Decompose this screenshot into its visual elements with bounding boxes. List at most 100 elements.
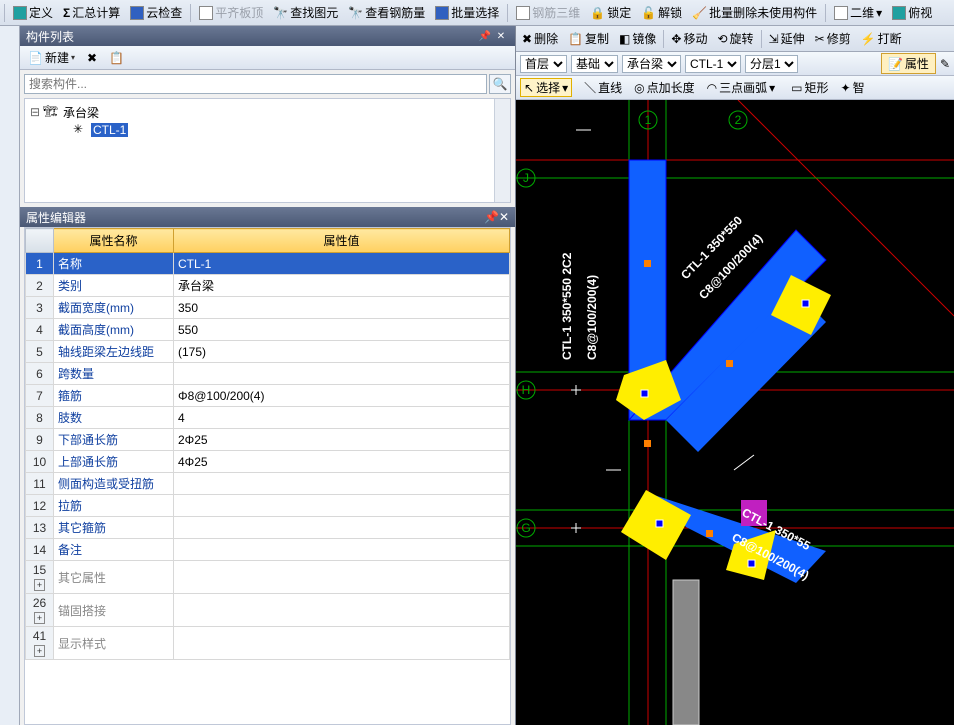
prop-value[interactable]: 2Φ25 xyxy=(174,429,510,451)
prop-value[interactable] xyxy=(174,517,510,539)
prop-value[interactable] xyxy=(174,495,510,517)
close-icon[interactable]: ✕ xyxy=(499,210,509,224)
search-go-button[interactable]: 🔍 xyxy=(489,74,511,94)
close-icon[interactable]: ✕ xyxy=(493,28,509,44)
property-row[interactable]: 7 箍筋 Φ8@100/200(4) xyxy=(26,385,510,407)
lock-button[interactable]: 🔒锁定 xyxy=(586,2,635,23)
new-button[interactable]: 📄新建▾ xyxy=(24,48,79,67)
line-tool[interactable]: ＼直线 xyxy=(580,78,626,97)
view-2d-button[interactable]: 二维▾ xyxy=(830,2,886,23)
top-toolbar: 定义 Σ汇总计算 云检查 平齐板顶 🔭查找图元 🔭查看钢筋量 批量选择 钢筋三维… xyxy=(0,0,954,26)
svg-text:G: G xyxy=(521,521,530,535)
prop-name: 备注 xyxy=(54,539,174,561)
prop-value[interactable]: Φ8@100/200(4) xyxy=(174,385,510,407)
cloud-check-button[interactable]: 云检查 xyxy=(126,2,186,23)
prop-name: 下部通长筋 xyxy=(54,429,174,451)
prop-row-num: 7 xyxy=(26,385,54,407)
type-select[interactable]: 承台梁 xyxy=(622,55,681,73)
tree-scrollbar[interactable] xyxy=(494,99,510,202)
pen-icon-button[interactable]: ✎ xyxy=(940,57,950,71)
property-row[interactable]: 6 跨数量 xyxy=(26,363,510,385)
pin-icon[interactable]: 📌 xyxy=(484,210,499,224)
prop-value[interactable]: 550 xyxy=(174,319,510,341)
tree-child[interactable]: ✳ CTL-1 xyxy=(29,121,506,139)
prop-value[interactable] xyxy=(174,363,510,385)
prop-value[interactable]: 承台梁 xyxy=(174,275,510,297)
property-group-row[interactable]: 26 + 锚固搭接 xyxy=(26,594,510,627)
prop-row-num: 10 xyxy=(26,451,54,473)
property-row[interactable]: 11 侧面构造或受扭筋 xyxy=(26,473,510,495)
prop-value[interactable]: 4Φ25 xyxy=(174,451,510,473)
prop-row-num: 14 xyxy=(26,539,54,561)
prop-name: 肢数 xyxy=(54,407,174,429)
batch-select-button[interactable]: 批量选择 xyxy=(431,2,503,23)
search-input[interactable] xyxy=(24,74,487,94)
mirror-button[interactable]: ◧镜像 xyxy=(615,28,660,49)
property-row[interactable]: 8 肢数 4 xyxy=(26,407,510,429)
copy-icon-button[interactable]: 📋 xyxy=(105,50,128,66)
item-select[interactable]: CTL-1 xyxy=(685,55,741,73)
property-group-row[interactable]: 41 + 显示样式 xyxy=(26,627,510,660)
define-button[interactable]: 定义 xyxy=(9,2,57,23)
target-icon: ◎ xyxy=(634,81,644,95)
tree-root[interactable]: ⊟ 🏗 承台梁 xyxy=(29,103,506,121)
pin-icon[interactable]: 📌 xyxy=(477,28,493,44)
property-grid[interactable]: 属性名称 属性值 1 名称 CTL-12 类别 承台梁3 截面宽度(mm) 35… xyxy=(24,227,511,725)
property-row[interactable]: 12 拉筋 xyxy=(26,495,510,517)
property-button[interactable]: 📝属性 xyxy=(881,53,936,74)
tree-collapse-icon[interactable]: ⊟ xyxy=(29,105,41,119)
flat-board-button[interactable]: 平齐板顶 xyxy=(195,2,267,23)
view-persp-button[interactable]: 俯视 xyxy=(888,2,936,23)
prop-value[interactable]: 350 xyxy=(174,297,510,319)
extend-button[interactable]: ⇲延伸 xyxy=(765,28,809,49)
drawing-canvas[interactable]: J H G 1 2 xyxy=(516,100,954,725)
prop-value[interactable] xyxy=(174,473,510,495)
sum-calc-button[interactable]: Σ汇总计算 xyxy=(59,2,124,23)
copy-button[interactable]: 📋复制 xyxy=(564,28,613,49)
view-rebar-button[interactable]: 🔭查看钢筋量 xyxy=(344,2,429,23)
rebar-3d-button[interactable]: 钢筋三维 xyxy=(512,2,584,23)
property-row[interactable]: 4 截面高度(mm) 550 xyxy=(26,319,510,341)
property-row[interactable]: 2 类别 承台梁 xyxy=(26,275,510,297)
unlock-button[interactable]: 🔓解锁 xyxy=(637,2,686,23)
delete-icon-button[interactable]: ✖ xyxy=(83,50,101,66)
property-row[interactable]: 9 下部通长筋 2Φ25 xyxy=(26,429,510,451)
select-tool[interactable]: ↖选择▾ xyxy=(520,78,572,97)
prop-value[interactable] xyxy=(174,539,510,561)
rect-tool[interactable]: ▭矩形 xyxy=(787,78,832,97)
smart-tool[interactable]: ✦智 xyxy=(837,78,869,97)
prop-row-num: 2 xyxy=(26,275,54,297)
copy-icon: 📋 xyxy=(568,32,583,46)
property-row[interactable]: 13 其它箍筋 xyxy=(26,517,510,539)
prop-row-num: 9 xyxy=(26,429,54,451)
prop-name: 跨数量 xyxy=(54,363,174,385)
break-button[interactable]: ⚡打断 xyxy=(857,28,906,49)
prop-value[interactable]: (175) xyxy=(174,341,510,363)
component-list-title: 构件列表 📌 ✕ xyxy=(20,26,515,46)
component-tree[interactable]: ⊟ 🏗 承台梁 ✳ CTL-1 xyxy=(24,98,511,203)
prop-name: 轴线距梁左边线距 xyxy=(54,341,174,363)
point-length-tool[interactable]: ◎点加长度 xyxy=(630,78,699,97)
layer-select[interactable]: 分层1 xyxy=(745,55,798,73)
prop-row-num: 41 + xyxy=(26,627,54,660)
prop-name: 拉筋 xyxy=(54,495,174,517)
move-button[interactable]: ✥移动 xyxy=(667,28,711,49)
copy-icon: 📋 xyxy=(109,51,124,65)
property-row[interactable]: 3 截面宽度(mm) 350 xyxy=(26,297,510,319)
delete-button[interactable]: ✖删除 xyxy=(518,28,562,49)
trim-button[interactable]: ✂修剪 xyxy=(811,28,855,49)
arc3-tool[interactable]: ◠三点画弧▾ xyxy=(703,78,780,97)
property-row[interactable]: 5 轴线距梁左边线距 (175) xyxy=(26,341,510,363)
property-row[interactable]: 1 名称 CTL-1 xyxy=(26,253,510,275)
rotate-button[interactable]: ⟲旋转 xyxy=(713,28,757,49)
prop-value[interactable]: 4 xyxy=(174,407,510,429)
property-group-row[interactable]: 15 + 其它属性 xyxy=(26,561,510,594)
find-elem-button[interactable]: 🔭查找图元 xyxy=(269,2,342,23)
prop-value[interactable]: CTL-1 xyxy=(174,253,510,275)
property-row[interactable]: 10 上部通长筋 4Φ25 xyxy=(26,451,510,473)
drawing-toolbar: ✖删除 📋复制 ◧镜像 ✥移动 ⟲旋转 ⇲延伸 ✂修剪 ⚡打断 xyxy=(516,26,954,52)
property-row[interactable]: 14 备注 xyxy=(26,539,510,561)
batch-del-button[interactable]: 🧹批量删除未使用构件 xyxy=(688,2,821,23)
floor-select[interactable]: 首层 xyxy=(520,55,567,73)
category-select[interactable]: 基础 xyxy=(571,55,618,73)
